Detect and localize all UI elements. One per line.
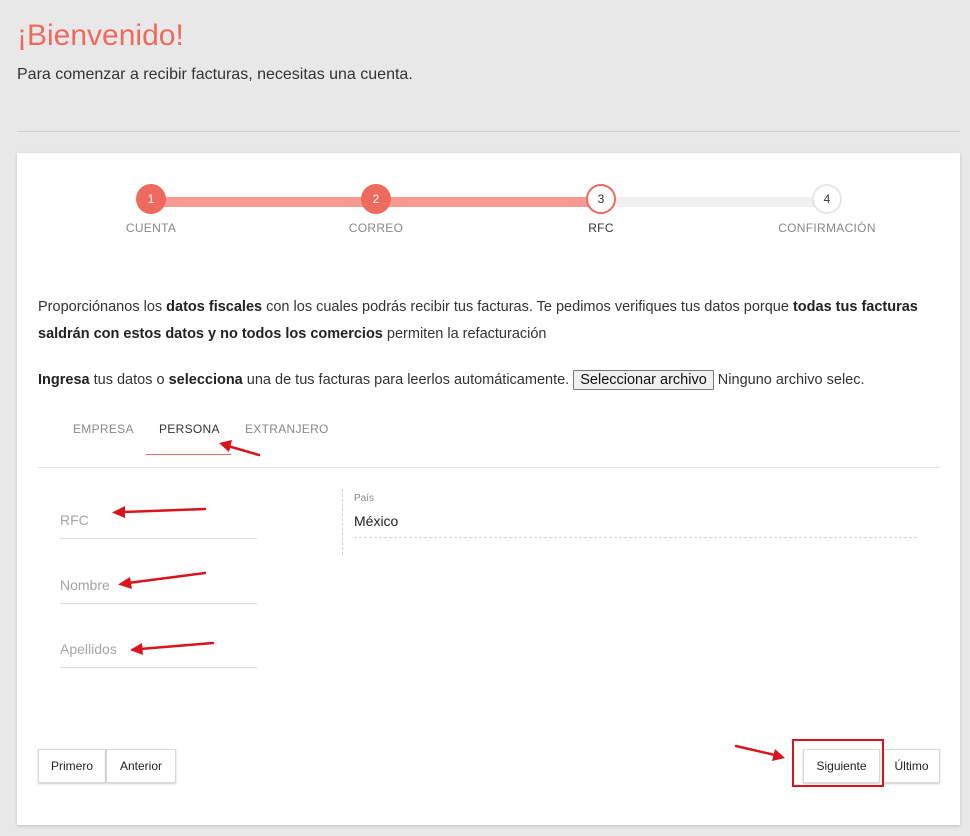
intro-text-part: permiten la refacturación	[382, 326, 547, 342]
tabs-divider	[38, 467, 940, 468]
nombre-field	[60, 547, 257, 604]
apellidos-field	[60, 611, 257, 668]
file-upload-text: una de tus facturas para leerlos automát…	[242, 372, 574, 388]
header-divider	[17, 131, 960, 132]
stepper: 1 CUENTA 2 CORREO 3 RFC 4 CONFIRMACIÓN	[17, 153, 960, 253]
step-label: RFC	[588, 221, 614, 235]
rfc-field	[60, 482, 257, 539]
wizard-card: 1 CUENTA 2 CORREO 3 RFC 4 CONFIRMACIÓN P…	[17, 153, 960, 825]
next-button-highlight	[792, 739, 884, 787]
tab-extranjero[interactable]: EXTRANJERO	[245, 422, 329, 436]
page-title: ¡Bienvenido!	[17, 19, 184, 52]
step-number: 3	[586, 184, 616, 214]
step-confirmacion[interactable]: 4 CONFIRMACIÓN	[757, 184, 897, 235]
country-value: México	[354, 513, 399, 529]
step-cuenta[interactable]: 1 CUENTA	[81, 184, 221, 235]
step-number: 1	[136, 184, 166, 214]
file-upload-text-bold: Ingresa	[38, 372, 90, 388]
country-select[interactable]: País México	[354, 489, 917, 538]
nombre-input[interactable]	[60, 577, 257, 593]
intro-text-part: con los cuales podrás recibir tus factur…	[262, 299, 793, 315]
intro-text: Proporciónanos los datos fiscales con lo…	[38, 294, 943, 348]
step-correo[interactable]: 2 CORREO	[306, 184, 446, 235]
select-file-button[interactable]: Seleccionar archivo	[573, 370, 714, 390]
previous-button[interactable]: Anterior	[106, 749, 176, 783]
step-label: CONFIRMACIÓN	[778, 221, 876, 235]
step-label: CORREO	[348, 221, 404, 235]
person-type-tabs: EMPRESA PERSONA EXTRANJERO	[38, 412, 940, 468]
file-upload-text-bold: selecciona	[168, 372, 243, 388]
country-label: País	[354, 493, 375, 504]
file-status-text: Ninguno archivo selec.	[713, 372, 865, 388]
apellidos-input[interactable]	[60, 641, 257, 657]
intro-text-part: Proporciónanos los	[38, 299, 167, 315]
step-rfc[interactable]: 3 RFC	[531, 184, 671, 235]
page-subtitle: Para comenzar a recibir facturas, necesi…	[17, 66, 413, 83]
file-upload-text: tus datos o	[89, 372, 169, 388]
form-column-separator	[342, 489, 343, 555]
first-button[interactable]: Primero	[38, 749, 106, 783]
step-label: CUENTA	[125, 221, 177, 235]
step-number: 2	[361, 184, 391, 214]
file-upload-row: Ingresa tus datos o selecciona una de tu…	[38, 369, 943, 391]
active-tab-indicator	[146, 454, 231, 455]
last-button[interactable]: Último	[883, 749, 940, 783]
tab-empresa[interactable]: EMPRESA	[73, 422, 134, 436]
tab-persona[interactable]: PERSONA	[159, 422, 220, 436]
rfc-input[interactable]	[60, 512, 257, 528]
intro-text-bold: datos fiscales	[166, 299, 263, 315]
step-number: 4	[812, 184, 842, 214]
